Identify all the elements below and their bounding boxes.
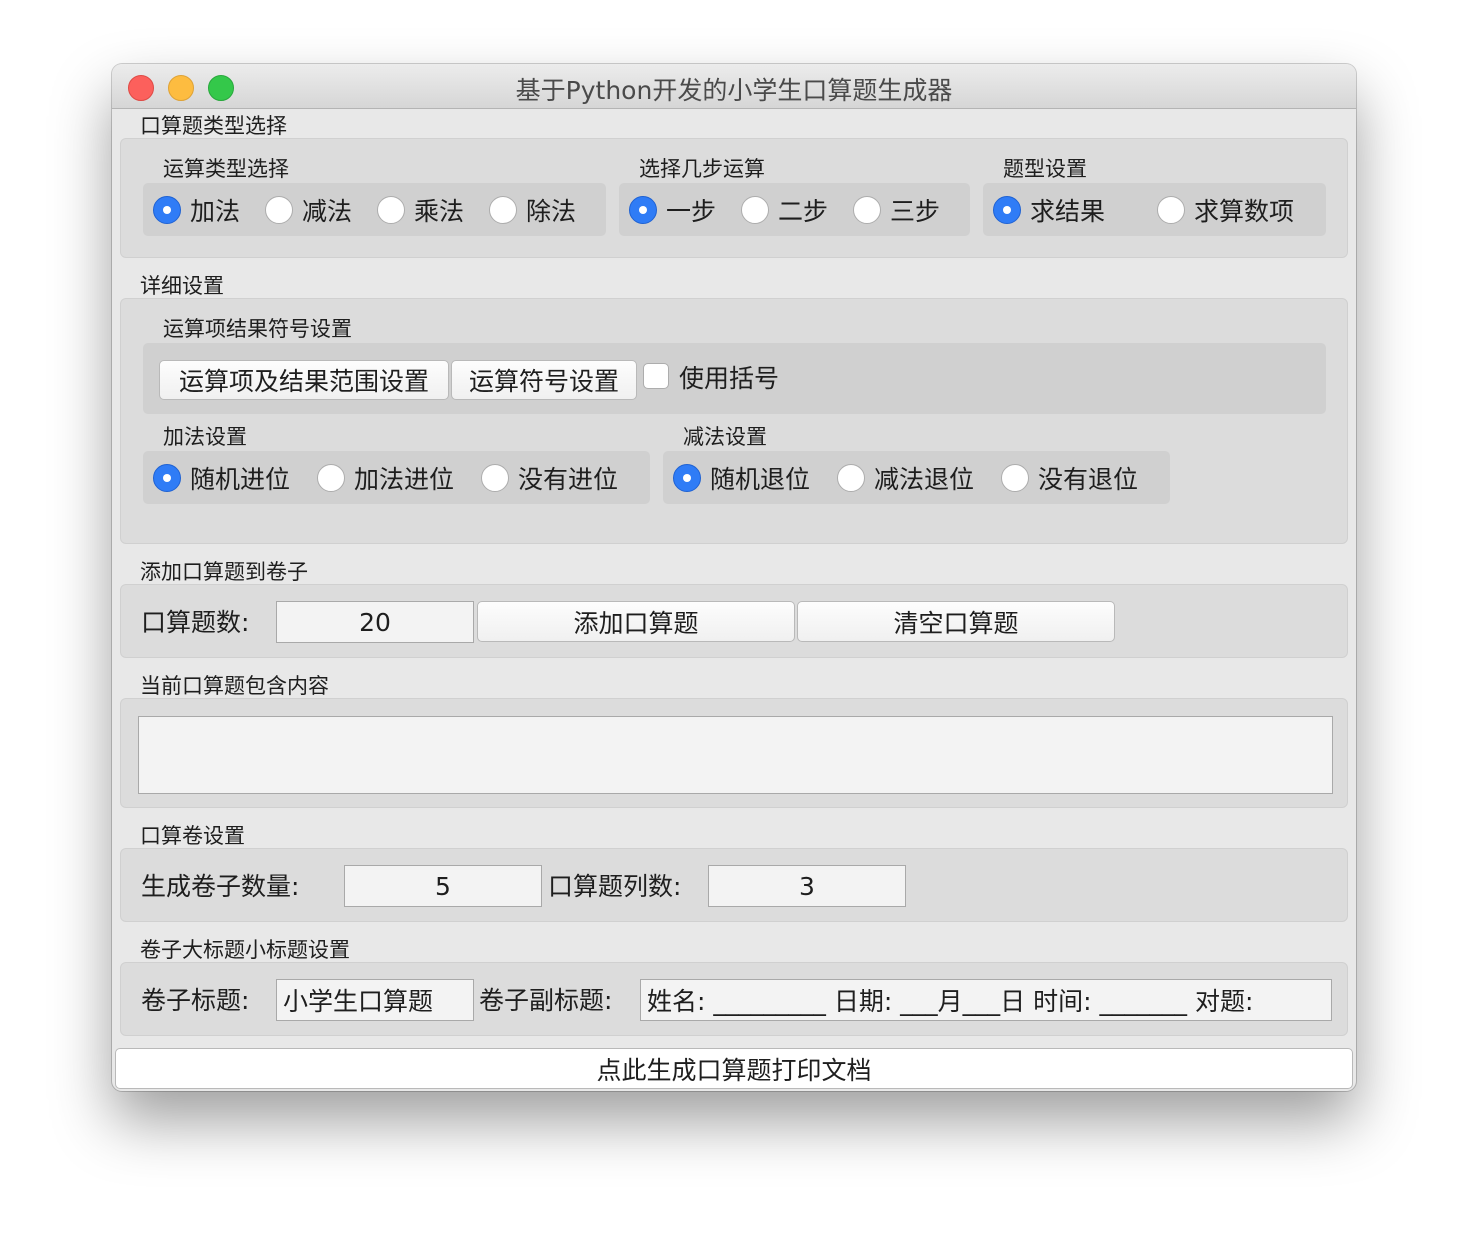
radio-division[interactable]: 除法 bbox=[489, 194, 576, 226]
radio-with-carry[interactable]: 加法进位 bbox=[317, 462, 454, 494]
radio-indicator bbox=[629, 196, 657, 224]
subtraction-settings-group: 随机退位 减法退位 没有退位 bbox=[663, 451, 1170, 504]
radio-indicator bbox=[489, 196, 517, 224]
radio-find-result[interactable]: 求结果 bbox=[993, 194, 1105, 226]
radio-label: 二步 bbox=[778, 197, 829, 226]
content-section-label: 当前口算题包含内容 bbox=[140, 674, 329, 698]
paper-count-input[interactable] bbox=[344, 865, 542, 907]
radio-label: 求结果 bbox=[1030, 197, 1106, 226]
radio-one-step[interactable]: 一步 bbox=[629, 194, 716, 226]
type-section-frame: 运算类型选择 加法 减法 乘法 除法 选择几步运算 一步 二步 三步 题型设置 … bbox=[120, 138, 1348, 258]
title-bar: 基于Python开发的小学生口算题生成器 bbox=[112, 64, 1356, 109]
radio-indicator bbox=[317, 464, 345, 492]
radio-multiplication[interactable]: 乘法 bbox=[377, 194, 464, 226]
radio-find-operand[interactable]: 求算数项 bbox=[1157, 194, 1294, 226]
radio-label: 随机进位 bbox=[190, 465, 291, 494]
radio-label: 一步 bbox=[666, 197, 717, 226]
radio-label: 三步 bbox=[890, 197, 941, 226]
radio-random-carry[interactable]: 随机进位 bbox=[153, 462, 290, 494]
detail-section-label: 详细设置 bbox=[140, 274, 224, 298]
paper-subtitle-label: 卷子副标题: bbox=[479, 986, 613, 1015]
radio-indicator bbox=[377, 196, 405, 224]
columns-label: 口算题列数: bbox=[548, 872, 682, 901]
radio-label: 求算数项 bbox=[1194, 197, 1295, 226]
symbol-settings-label: 运算项结果符号设置 bbox=[163, 317, 352, 341]
type-section-label: 口算题类型选择 bbox=[140, 114, 287, 138]
radio-indicator bbox=[265, 196, 293, 224]
subtraction-settings-label: 减法设置 bbox=[683, 425, 767, 449]
paper-title-label: 卷子标题: bbox=[141, 986, 250, 1015]
clear-questions-button[interactable]: 清空口算题 bbox=[797, 601, 1115, 642]
columns-input[interactable] bbox=[708, 865, 906, 907]
radio-indicator bbox=[153, 196, 181, 224]
brackets-checkbox[interactable] bbox=[643, 363, 669, 389]
radio-indicator bbox=[481, 464, 509, 492]
add-section-label: 添加口算题到卷子 bbox=[140, 560, 308, 584]
content-section-frame bbox=[120, 698, 1348, 808]
paper-count-label: 生成卷子数量: bbox=[141, 872, 300, 901]
radio-with-borrow[interactable]: 减法退位 bbox=[837, 462, 974, 494]
radio-no-carry[interactable]: 没有进位 bbox=[481, 462, 618, 494]
add-section-frame: 口算题数: 添加口算题 清空口算题 bbox=[120, 584, 1348, 658]
question-count-label: 口算题数: bbox=[141, 608, 250, 637]
symbol-settings-group: 运算项及结果范围设置 运算符号设置 使用括号 bbox=[143, 343, 1326, 414]
paper-title-input[interactable] bbox=[276, 979, 474, 1021]
radio-label: 减法 bbox=[302, 197, 353, 226]
radio-two-step[interactable]: 二步 bbox=[741, 194, 828, 226]
radio-label: 乘法 bbox=[414, 197, 465, 226]
radio-label: 除法 bbox=[526, 197, 577, 226]
radio-indicator bbox=[153, 464, 181, 492]
radio-label: 减法退位 bbox=[874, 465, 975, 494]
range-settings-button[interactable]: 运算项及结果范围设置 bbox=[159, 360, 449, 400]
title-section-frame: 卷子标题: 卷子副标题: bbox=[120, 962, 1348, 1036]
radio-label: 没有进位 bbox=[518, 465, 619, 494]
add-questions-button[interactable]: 添加口算题 bbox=[477, 601, 795, 642]
addition-settings-group: 随机进位 加法进位 没有进位 bbox=[143, 451, 650, 504]
radio-random-borrow[interactable]: 随机退位 bbox=[673, 462, 810, 494]
radio-no-borrow[interactable]: 没有退位 bbox=[1001, 462, 1138, 494]
question-count-input[interactable] bbox=[276, 601, 474, 643]
generate-document-button[interactable]: 点此生成口算题打印文档 bbox=[115, 1048, 1353, 1089]
paper-section-label: 口算卷设置 bbox=[140, 824, 245, 848]
radio-subtraction[interactable]: 减法 bbox=[265, 194, 352, 226]
radio-indicator bbox=[741, 196, 769, 224]
radio-indicator bbox=[853, 196, 881, 224]
paper-section-frame: 生成卷子数量: 口算题列数: bbox=[120, 848, 1348, 922]
question-content-textarea[interactable] bbox=[138, 716, 1333, 794]
radio-label: 没有退位 bbox=[1038, 465, 1139, 494]
window-title: 基于Python开发的小学生口算题生成器 bbox=[515, 76, 953, 105]
radio-indicator bbox=[1001, 464, 1029, 492]
radio-indicator bbox=[993, 196, 1021, 224]
paper-subtitle-input[interactable] bbox=[640, 979, 1332, 1021]
radio-label: 随机退位 bbox=[710, 465, 811, 494]
op-type-group: 加法 减法 乘法 除法 bbox=[143, 183, 606, 236]
operator-settings-button[interactable]: 运算符号设置 bbox=[451, 360, 637, 400]
question-type-label: 题型设置 bbox=[1003, 157, 1087, 181]
radio-label: 加法 bbox=[190, 197, 241, 226]
steps-label: 选择几步运算 bbox=[639, 157, 765, 181]
addition-settings-label: 加法设置 bbox=[163, 425, 247, 449]
radio-three-step[interactable]: 三步 bbox=[853, 194, 940, 226]
radio-addition[interactable]: 加法 bbox=[153, 194, 240, 226]
radio-indicator bbox=[673, 464, 701, 492]
radio-indicator bbox=[837, 464, 865, 492]
app-window: 基于Python开发的小学生口算题生成器 口算题类型选择 运算类型选择 加法 减… bbox=[112, 64, 1356, 1091]
title-section-label: 卷子大标题小标题设置 bbox=[140, 938, 350, 962]
radio-label: 加法进位 bbox=[354, 465, 455, 494]
op-type-label: 运算类型选择 bbox=[163, 157, 289, 181]
detail-section-frame: 运算项结果符号设置 运算项及结果范围设置 运算符号设置 使用括号 加法设置 随机… bbox=[120, 298, 1348, 544]
question-type-group: 求结果 求算数项 bbox=[983, 183, 1326, 236]
steps-group: 一步 二步 三步 bbox=[619, 183, 970, 236]
radio-indicator bbox=[1157, 196, 1185, 224]
brackets-label: 使用括号 bbox=[679, 364, 780, 393]
